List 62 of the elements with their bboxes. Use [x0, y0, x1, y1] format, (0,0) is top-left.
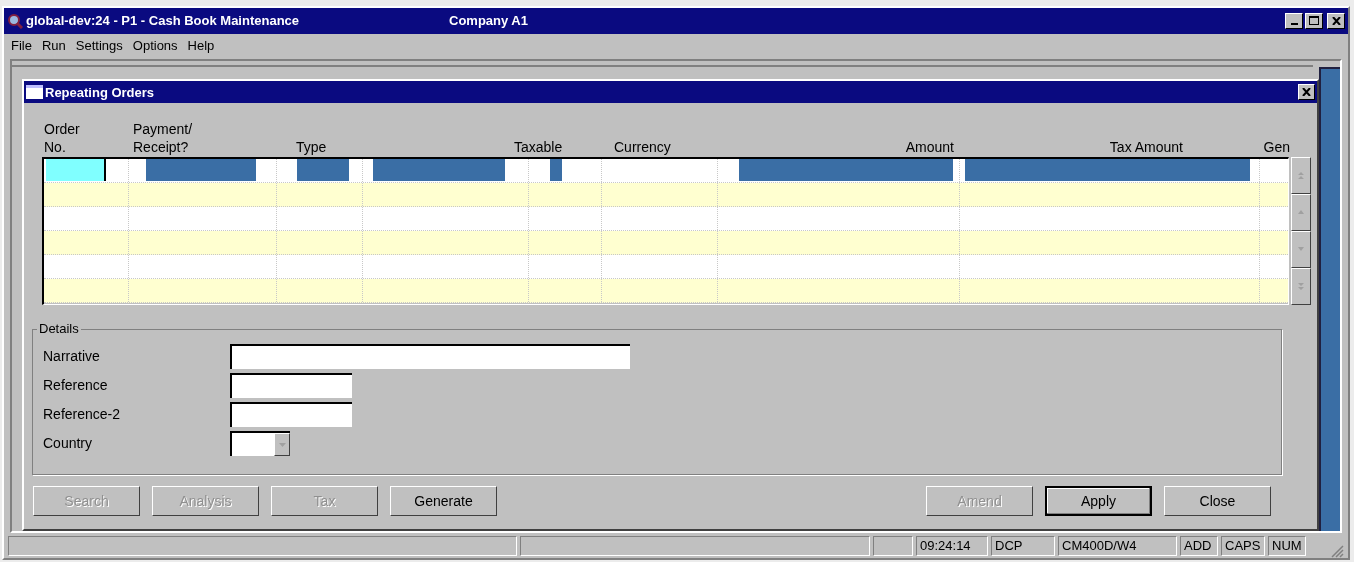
field-label: Reference-2 — [43, 405, 122, 425]
menu-item[interactable]: Help — [182, 36, 220, 57]
column-header: Gen — [1262, 138, 1290, 157]
status-pane: DCP — [991, 536, 1055, 557]
window-title: global-dev:24 - P1 - Cash Book Maintenance — [26, 12, 301, 31]
scroll-up-button[interactable] — [1291, 194, 1311, 232]
column-header: Type — [296, 138, 328, 157]
dropdown-field[interactable] — [230, 431, 290, 457]
input-field[interactable] — [230, 373, 352, 399]
minimize-button[interactable] — [1285, 12, 1303, 29]
scroll-top-button[interactable] — [1291, 157, 1311, 195]
dialog-button: Search — [33, 486, 140, 517]
menu-item[interactable]: Options — [127, 36, 183, 57]
dialog-button: Analysis — [152, 486, 259, 517]
column-header: Order No. — [44, 120, 81, 157]
input-field[interactable] — [146, 159, 256, 182]
dialog-button[interactable]: Close — [1164, 486, 1271, 517]
status-pane: CM400D/W4 — [1058, 536, 1177, 557]
close-button[interactable] — [1298, 84, 1315, 101]
scroll-bottom-button[interactable] — [1291, 268, 1311, 306]
dialog-button: Tax — [271, 486, 378, 517]
close-icon — [1302, 88, 1311, 97]
close-button[interactable] — [1327, 12, 1345, 29]
company-name: Company A1 — [449, 12, 528, 31]
close-icon — [1331, 16, 1341, 25]
resize-grip-icon — [1330, 544, 1344, 558]
input-field[interactable] — [550, 159, 562, 182]
menu-item[interactable]: Settings — [70, 36, 128, 57]
scroll-down-button[interactable] — [1291, 231, 1311, 269]
status-pane: CAPS — [1221, 536, 1265, 557]
dialog-button[interactable]: Generate — [390, 486, 497, 517]
input-field[interactable] — [230, 344, 630, 370]
dropdown-arrow-icon — [278, 442, 286, 447]
field-label: Reference — [43, 376, 109, 396]
window-icon — [26, 85, 43, 100]
input-field[interactable] — [373, 159, 505, 182]
menu-item[interactable]: Run — [36, 36, 71, 57]
column-header: Taxable — [514, 138, 564, 157]
status-pane: ADD — [1180, 536, 1218, 557]
field-label: Narrative — [43, 347, 101, 367]
input-field[interactable] — [965, 159, 1250, 182]
field-label: Country — [43, 434, 94, 454]
menu-item[interactable]: File — [6, 36, 37, 57]
table-row[interactable] — [44, 159, 1288, 184]
column-header: Payment/ Receipt? — [133, 120, 194, 157]
column-header: Currency — [614, 138, 672, 157]
status-pane: 09:24:14 — [916, 536, 988, 557]
input-field[interactable] — [230, 402, 352, 428]
column-header: Tax Amount — [1108, 138, 1183, 157]
status-pane — [873, 536, 913, 557]
dialog-title: Repeating Orders — [45, 83, 155, 102]
double-up-arrow-icon — [1297, 171, 1305, 181]
maximize-button[interactable] — [1305, 12, 1323, 29]
magnifier-icon — [7, 12, 23, 29]
column-header: Amount — [904, 138, 954, 157]
dialog-button: Amend — [926, 486, 1033, 517]
input-field[interactable] — [297, 159, 349, 182]
double-down-arrow-icon — [1297, 282, 1305, 292]
dialog-button[interactable]: Apply — [1045, 486, 1152, 517]
input-field[interactable] — [739, 159, 953, 182]
input-field[interactable] — [46, 159, 106, 182]
status-pane: NUM — [1268, 536, 1306, 557]
